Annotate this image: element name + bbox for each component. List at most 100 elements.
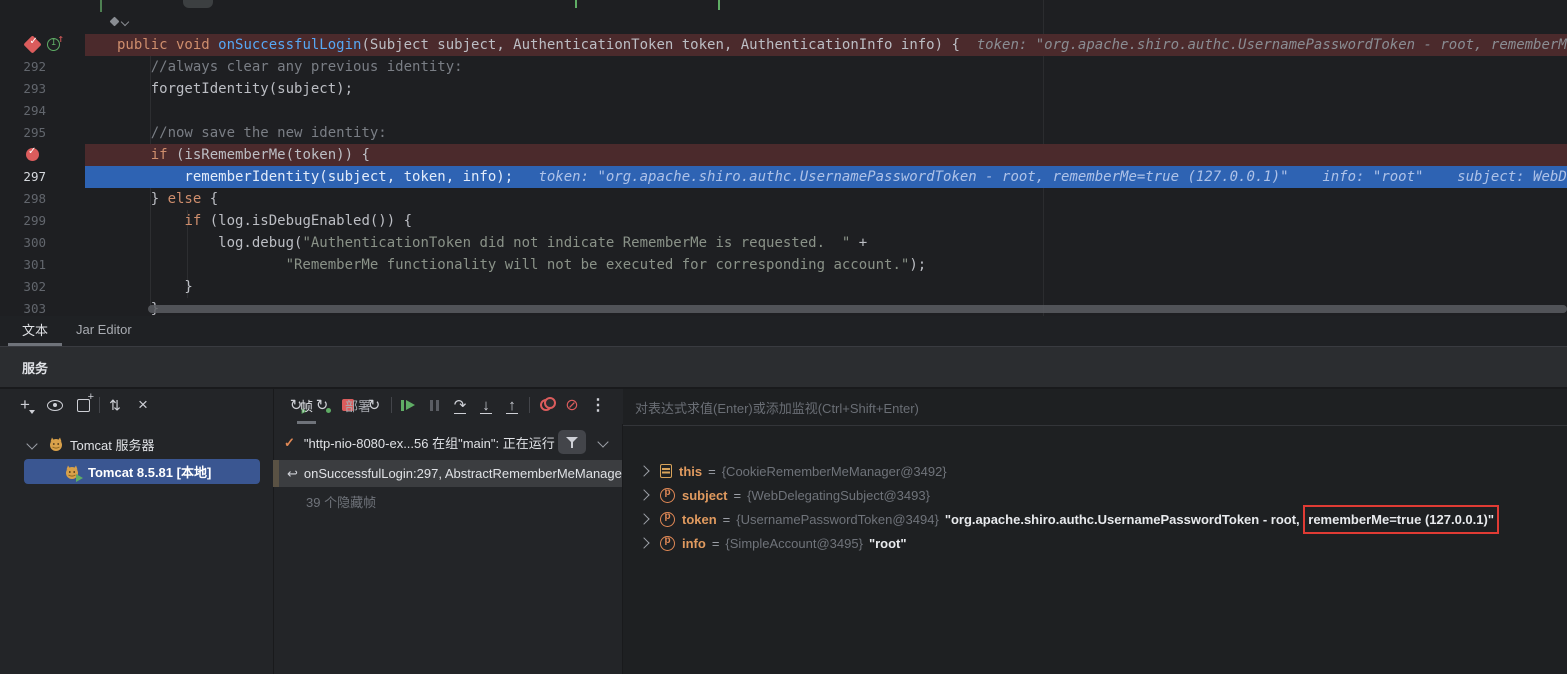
code-line: 293 forgetIdentity(subject); (0, 78, 1567, 100)
services-toolwindow-title: 服务 (0, 347, 1567, 389)
tomcat-icon (48, 436, 64, 452)
variable-name: token (682, 512, 717, 527)
tree-node-tomcat-group[interactable]: Tomcat 服务器 (28, 433, 155, 455)
line-bp-icon[interactable] (26, 148, 39, 161)
method-bp-icon[interactable] (23, 35, 41, 53)
parameter-icon (660, 536, 675, 551)
evaluate-placeholder: 对表达式求值(Enter)或添加监视(Ctrl+Shift+Enter) (635, 398, 919, 417)
clipped-widget (183, 0, 213, 8)
add-icon[interactable] (14, 394, 36, 416)
chevron-right-icon[interactable] (638, 513, 649, 524)
variable-row-token[interactable]: token = {UsernamePasswordToken@3494} "or… (623, 507, 1567, 531)
code-line: public void onSuccessfulLogin(Subject su… (0, 34, 1567, 56)
line-number: 295 (0, 122, 46, 144)
this-icon (660, 464, 672, 478)
filter-button[interactable] (558, 430, 586, 454)
annotation-highlight-box: rememberMe=true (127.0.0.1)" (1303, 505, 1499, 534)
tab-deployment[interactable]: 部署 (342, 389, 374, 424)
expand-collapse-icon[interactable] (104, 394, 126, 416)
code-line: 301 "RememberMe functionality will not b… (0, 254, 1567, 276)
code-text: rememberIdentity(subject, token, info); … (117, 166, 1567, 188)
equals-sign: = (734, 488, 742, 503)
chevron-right-icon[interactable] (638, 537, 649, 548)
variable-string-value: "root" (869, 536, 907, 551)
code-text: //now save the new identity: (117, 122, 387, 144)
code-text: if (isRememberMe(token)) { (117, 144, 370, 166)
line-number: 301 (0, 254, 46, 276)
ide-window: public void onSuccessfulLogin(Subject su… (0, 0, 1567, 674)
equals-sign: = (712, 536, 720, 551)
tree-node-label: Tomcat 服务器 (70, 435, 155, 454)
evaluate-expression-input[interactable]: 对表达式求值(Enter)或添加监视(Ctrl+Shift+Enter) (623, 389, 1567, 426)
code-line: 300 log.debug("AuthenticationToken did n… (0, 232, 1567, 254)
editor-tab-strip: 文本 Jar Editor (0, 316, 1567, 347)
token-value-text: "org.apache.shiro.authc.UsernamePassword… (945, 512, 1303, 527)
frames-tab-strip: 帧 部署 (273, 389, 622, 424)
filter-icon (566, 436, 578, 448)
equals-sign: = (708, 464, 716, 479)
stack-frame-label: onSuccessfulLogin:297, AbstractRememberM… (304, 466, 622, 481)
line-number: 293 (0, 78, 46, 100)
code-line: 294 (0, 100, 1567, 122)
tab-jar-editor[interactable]: Jar Editor (62, 316, 146, 346)
running-badge-icon (76, 474, 83, 482)
variable-name: info (682, 536, 706, 551)
code-text: //always clear any previous identity: (117, 56, 463, 78)
code-line: 297 rememberIdentity(subject, token, inf… (0, 166, 1567, 188)
chevron-right-icon[interactable] (638, 489, 649, 500)
tomcat-icon (64, 464, 80, 480)
variable-name: this (679, 464, 702, 479)
thread-label: "http-nio-8080-ex...56 在组"main": 正在运行 (304, 433, 555, 452)
line-number: 302 (0, 276, 46, 298)
back-arrow-icon: ↩ (287, 466, 298, 482)
code-text: if (log.isDebugEnabled()) { (117, 210, 412, 232)
line-number: 300 (0, 232, 46, 254)
chevron-right-icon[interactable] (638, 465, 649, 476)
code-text: "RememberMe functionality will not be ex… (117, 254, 926, 276)
tree-node-tomcat-server[interactable]: Tomcat 8.5.81 [本地] (24, 459, 260, 484)
line-number: 298 (0, 188, 46, 210)
tab-text[interactable]: 文本 (8, 316, 62, 346)
code-text: } (117, 276, 193, 298)
variable-reference: {CookieRememberMeManager@3492} (722, 464, 947, 479)
line-number: 292 (0, 56, 46, 78)
clipped-code-fragment (718, 0, 720, 10)
chevron-down-icon[interactable] (26, 438, 37, 449)
chevron-down-icon[interactable] (597, 436, 608, 447)
tab-frames[interactable]: 帧 (297, 389, 316, 424)
line-number: 297 (0, 166, 46, 188)
override-icon[interactable] (47, 38, 60, 51)
code-text: log.debug("AuthenticationToken did not i… (117, 232, 867, 254)
code-line: 299 if (log.isDebugEnabled()) { (0, 210, 1567, 232)
code-line: 295 //now save the new identity: (0, 122, 1567, 144)
horizontal-scrollbar[interactable] (148, 305, 1567, 313)
overridden-method-icon[interactable] (110, 16, 128, 28)
collapse-all-icon[interactable] (132, 394, 154, 416)
code-line: 298 } else { (0, 188, 1567, 210)
variable-row-this[interactable]: this = {CookieRememberMeManager@3492} (623, 459, 1567, 483)
vcs-change-bar (100, 0, 102, 12)
variable-reference: {WebDelegatingSubject@3493} (747, 488, 930, 503)
thread-selector[interactable]: ✓ "http-nio-8080-ex...56 在组"main": 正在运行 (273, 429, 622, 456)
hidden-frames-label[interactable]: 39 个隐藏帧 (306, 492, 376, 511)
tree-node-label: Tomcat 8.5.81 [本地] (88, 462, 211, 481)
variable-row-info[interactable]: info = {SimpleAccount@3495} "root" (623, 531, 1567, 555)
stack-frame-row[interactable]: ↩ onSuccessfulLogin:297, AbstractRemembe… (273, 460, 622, 487)
parameter-icon (660, 488, 675, 503)
variable-reference: {UsernamePasswordToken@3494} (736, 512, 939, 527)
preview-icon[interactable] (44, 394, 66, 416)
code-text: forgetIdentity(subject); (117, 78, 353, 100)
code-editor[interactable]: public void onSuccessfulLogin(Subject su… (0, 0, 1567, 316)
frames-panel: 帧 部署 ✓ "http-nio-8080-ex...56 在组"main": … (273, 389, 622, 674)
code-text: public void onSuccessfulLogin(Subject su… (117, 34, 1567, 56)
equals-sign: = (723, 512, 731, 527)
variable-name: subject (682, 488, 728, 503)
code-line: 292 //always clear any previous identity… (0, 56, 1567, 78)
code-line: if (isRememberMe(token)) { (0, 144, 1567, 166)
variable-row-subject[interactable]: subject = {WebDelegatingSubject@3493} (623, 483, 1567, 507)
add-service-icon[interactable] (72, 394, 94, 416)
toolbar-separator (99, 397, 100, 413)
services-toolwindow: 输出 服务器 Tomcat Localhost 日志 Tomcat Catali… (0, 389, 1567, 674)
code-line: 302 } (0, 276, 1567, 298)
code-text: } else { (117, 188, 218, 210)
